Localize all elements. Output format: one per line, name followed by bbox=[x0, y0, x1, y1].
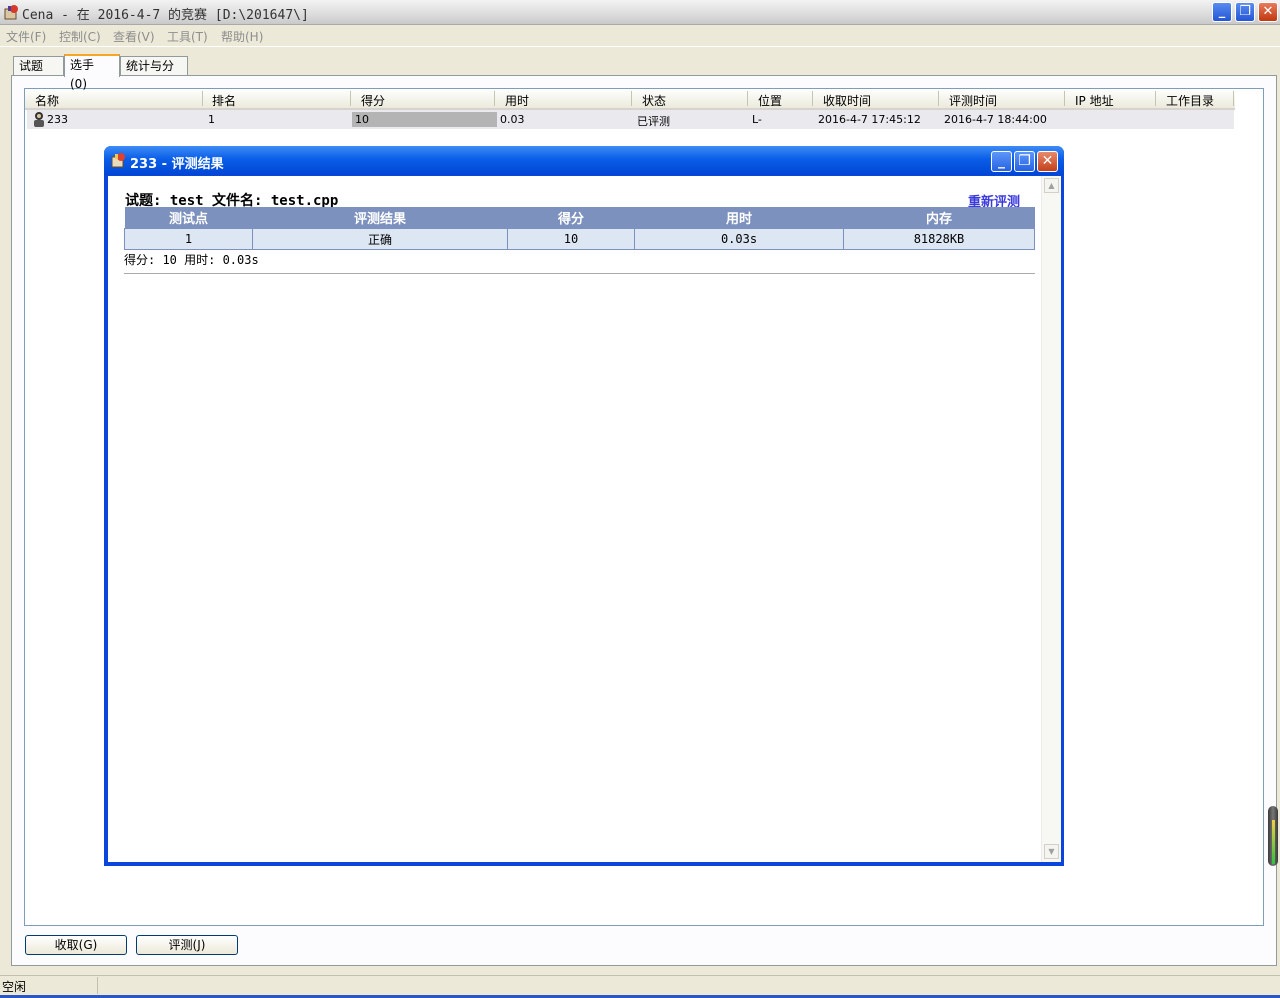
col-separator[interactable] bbox=[938, 91, 939, 106]
status-separator bbox=[97, 977, 98, 994]
contestant-rank: 1 bbox=[208, 113, 215, 126]
tab-contestants[interactable]: 选手 (0) bbox=[64, 54, 120, 91]
cell-testcase: 1 bbox=[124, 228, 253, 250]
contestant-judged: 2016-4-7 18:44:00 bbox=[944, 113, 1047, 126]
col-separator[interactable] bbox=[1064, 91, 1065, 106]
contestant-score: 10 bbox=[355, 113, 369, 126]
header-memory: 内存 bbox=[843, 207, 1035, 229]
cena-app-icon bbox=[4, 5, 18, 20]
side-gadget-indicator bbox=[1272, 820, 1275, 864]
col-separator[interactable] bbox=[747, 91, 748, 106]
score-bar-fill bbox=[352, 112, 497, 127]
contestant-time: 0.03 bbox=[500, 113, 525, 126]
contestant-icon bbox=[34, 112, 44, 127]
close-button[interactable]: ✕ bbox=[1258, 2, 1278, 22]
window-title: Cena - 在 2016-4-7 的竞赛 [D:\201647\] bbox=[22, 8, 309, 23]
dialog-title: 233 - 评测结果 bbox=[130, 157, 224, 172]
header-testcase: 测试点 bbox=[124, 207, 253, 229]
cell-memory: 81828KB bbox=[843, 228, 1035, 250]
header-result: 评测结果 bbox=[252, 207, 508, 229]
menu-view[interactable]: 查看(V) bbox=[113, 28, 155, 45]
menu-file[interactable]: 文件(F) bbox=[6, 28, 46, 45]
col-separator[interactable] bbox=[1233, 91, 1234, 106]
contestant-location: L- bbox=[752, 113, 762, 126]
cell-result: 正确 bbox=[252, 228, 508, 250]
col-separator[interactable] bbox=[350, 91, 351, 106]
table-row: 1 正确 10 0.03s 81828KB bbox=[124, 228, 1035, 250]
main-titlebar[interactable]: Cena - 在 2016-4-7 的竞赛 [D:\201647\] _ ❐ ✕ bbox=[0, 0, 1280, 25]
status-bar bbox=[0, 975, 1280, 996]
tab-problems[interactable]: 试题 (1) bbox=[13, 56, 64, 92]
results-header-row: 测试点 评测结果 得分 用时 内存 bbox=[124, 207, 1035, 229]
list-header bbox=[25, 89, 1235, 110]
collect-button[interactable]: 收取(G) bbox=[25, 935, 127, 955]
col-separator[interactable] bbox=[631, 91, 632, 106]
col-received[interactable]: 收取时间 bbox=[823, 92, 871, 109]
dialog-maximize-button[interactable]: ❐ bbox=[1014, 151, 1035, 172]
dialog-scrollbar[interactable]: ▲ ▼ bbox=[1041, 176, 1061, 862]
dialog-minimize-button[interactable]: _ bbox=[991, 151, 1012, 172]
header-time: 用时 bbox=[634, 207, 844, 229]
dialog-content: 试题: test 文件名: test.cpp 重新评测 测试点 评测结果 得分 … bbox=[108, 176, 1061, 862]
col-rank[interactable]: 排名 bbox=[212, 92, 236, 109]
score-bar bbox=[352, 112, 497, 127]
scroll-down-arrow-icon[interactable]: ▼ bbox=[1044, 844, 1059, 859]
contestant-received: 2016-4-7 17:45:12 bbox=[818, 113, 921, 126]
status-text: 空闲 bbox=[2, 980, 27, 994]
contestant-status: 已评测 bbox=[637, 115, 670, 128]
col-separator[interactable] bbox=[1155, 91, 1156, 106]
col-location[interactable]: 位置 bbox=[758, 92, 782, 109]
cell-time: 0.03s bbox=[634, 228, 844, 250]
col-score[interactable]: 得分 bbox=[361, 92, 385, 109]
header-score: 得分 bbox=[507, 207, 635, 229]
col-ip[interactable]: IP 地址 bbox=[1075, 92, 1114, 109]
result-summary: 得分: 10 用时: 0.03s bbox=[124, 253, 259, 267]
col-name[interactable]: 名称 bbox=[35, 92, 59, 109]
menu-control[interactable]: 控制(C) bbox=[59, 28, 101, 45]
divider bbox=[124, 273, 1035, 274]
results-table: 测试点 评测结果 得分 用时 内存 1 正确 10 0.03s 81828KB bbox=[124, 207, 1035, 250]
cena-app-icon bbox=[111, 153, 125, 168]
contestant-name: 233 bbox=[47, 113, 68, 126]
col-separator[interactable] bbox=[202, 91, 203, 106]
menu-tools[interactable]: 工具(T) bbox=[167, 28, 208, 45]
cell-score: 10 bbox=[507, 228, 635, 250]
minimize-button[interactable]: _ bbox=[1212, 2, 1232, 22]
judge-button[interactable]: 评测(J) bbox=[136, 935, 238, 955]
col-status[interactable]: 状态 bbox=[642, 92, 666, 109]
col-judged[interactable]: 评测时间 bbox=[949, 92, 997, 109]
col-separator[interactable] bbox=[812, 91, 813, 106]
tab-statistics[interactable]: 统计与分析 bbox=[120, 56, 188, 92]
dialog-titlebar[interactable]: 233 - 评测结果 _ ❐ ✕ bbox=[104, 146, 1064, 175]
dialog-close-button[interactable]: ✕ bbox=[1037, 151, 1058, 172]
menu-help[interactable]: 帮助(H) bbox=[221, 28, 263, 45]
col-separator[interactable] bbox=[494, 91, 495, 106]
judge-result-dialog[interactable]: 233 - 评测结果 _ ❐ ✕ 试题: test 文件名: test.cpp … bbox=[104, 146, 1064, 866]
scroll-up-arrow-icon[interactable]: ▲ bbox=[1044, 178, 1059, 193]
restore-button[interactable]: ❐ bbox=[1235, 2, 1255, 22]
col-time[interactable]: 用时 bbox=[505, 92, 529, 109]
menu-bar: 文件(F) 控制(C) 查看(V) 工具(T) 帮助(H) bbox=[0, 25, 1280, 47]
col-workdir[interactable]: 工作目录 bbox=[1166, 92, 1214, 109]
